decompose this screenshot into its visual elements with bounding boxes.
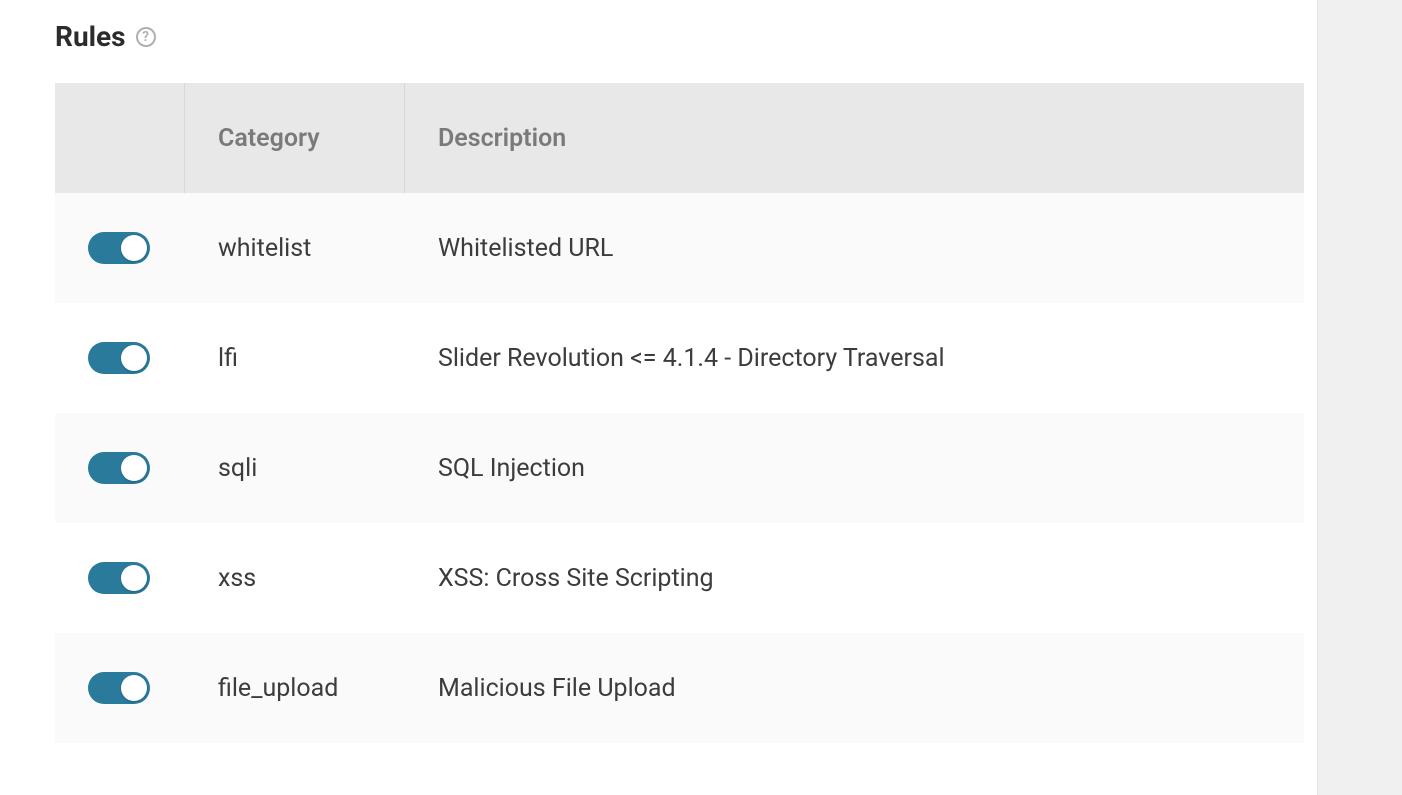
toggle-file-upload[interactable] bbox=[88, 672, 150, 704]
category-cell: file_upload bbox=[218, 674, 338, 703]
category-cell: xss bbox=[218, 564, 256, 593]
section-title: Rules bbox=[55, 20, 126, 53]
description-header-label: Description bbox=[438, 124, 566, 153]
toggle-whitelist[interactable] bbox=[88, 232, 150, 264]
category-cell: whitelist bbox=[218, 234, 311, 263]
description-cell: Slider Revolution <= 4.1.4 - Directory T… bbox=[438, 344, 945, 373]
description-cell: Malicious File Upload bbox=[438, 674, 676, 703]
description-cell: XSS: Cross Site Scripting bbox=[438, 564, 714, 593]
table-row: file_upload Malicious File Upload bbox=[55, 633, 1304, 743]
header-description-col: Description bbox=[405, 83, 1304, 193]
toggle-knob-icon bbox=[121, 455, 147, 481]
table-row: lfi Slider Revolution <= 4.1.4 - Directo… bbox=[55, 303, 1304, 413]
toggle-xss[interactable] bbox=[88, 562, 150, 594]
table-row: whitelist Whitelisted URL bbox=[55, 193, 1304, 303]
table-header-row: Category Description bbox=[55, 83, 1304, 193]
description-cell: Whitelisted URL bbox=[438, 234, 613, 263]
rules-table: Category Description whitelist bbox=[55, 83, 1304, 743]
toggle-knob-icon bbox=[121, 675, 147, 701]
header-toggle-col bbox=[55, 83, 185, 193]
toggle-knob-icon bbox=[121, 345, 147, 371]
section-header: Rules ? bbox=[0, 20, 1317, 53]
right-sidebar bbox=[1318, 0, 1402, 795]
toggle-knob-icon bbox=[121, 235, 147, 261]
main-content: Rules ? Category Description bbox=[0, 0, 1318, 795]
header-category-col: Category bbox=[185, 83, 405, 193]
category-cell: lfi bbox=[218, 344, 238, 373]
help-icon[interactable]: ? bbox=[136, 27, 156, 47]
category-cell: sqli bbox=[218, 454, 257, 483]
toggle-sqli[interactable] bbox=[88, 452, 150, 484]
table-row: xss XSS: Cross Site Scripting bbox=[55, 523, 1304, 633]
toggle-lfi[interactable] bbox=[88, 342, 150, 374]
toggle-knob-icon bbox=[121, 565, 147, 591]
description-cell: SQL Injection bbox=[438, 454, 585, 483]
table-body: whitelist Whitelisted URL lfi bbox=[55, 193, 1304, 743]
table-row: sqli SQL Injection bbox=[55, 413, 1304, 523]
category-header-label: Category bbox=[218, 124, 320, 153]
